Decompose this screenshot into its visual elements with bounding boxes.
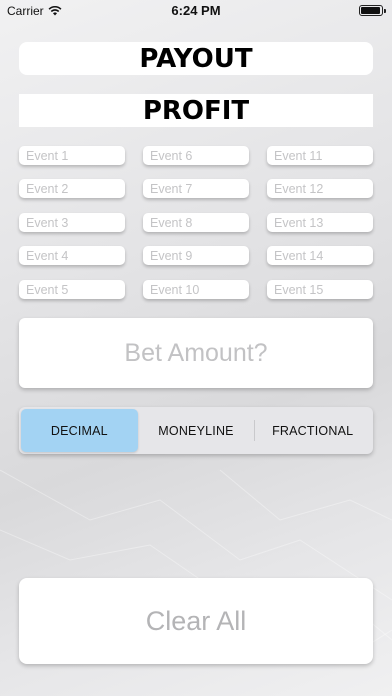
segment-decimal[interactable]: DECIMAL [21,409,138,452]
event-6-input[interactable] [143,146,249,165]
event-14-input[interactable] [267,246,373,265]
event-5-input[interactable] [19,280,125,299]
event-15-input[interactable] [267,280,373,299]
segment-fractional[interactable]: FRACTIONAL [254,409,371,452]
bet-amount-input[interactable] [19,318,373,388]
event-9-input[interactable] [143,246,249,265]
payout-display: PAYOUT [19,42,373,75]
event-7-input[interactable] [143,179,249,198]
event-1-input[interactable] [19,146,125,165]
event-13-input[interactable] [267,213,373,232]
status-bar: Carrier 6:24 PM [0,0,392,22]
odds-format-control: DECIMAL MONEYLINE FRACTIONAL [19,407,373,454]
event-8-input[interactable] [143,213,249,232]
event-3-input[interactable] [19,213,125,232]
clear-all-button[interactable]: Clear All [19,578,373,664]
profit-display: PROFIT [19,94,373,127]
event-4-input[interactable] [19,246,125,265]
segment-moneyline[interactable]: MONEYLINE [138,409,255,452]
event-12-input[interactable] [267,179,373,198]
clock-time: 6:24 PM [171,3,221,18]
battery-icon [359,5,386,16]
event-2-input[interactable] [19,179,125,198]
event-11-input[interactable] [267,146,373,165]
event-10-input[interactable] [143,280,249,299]
